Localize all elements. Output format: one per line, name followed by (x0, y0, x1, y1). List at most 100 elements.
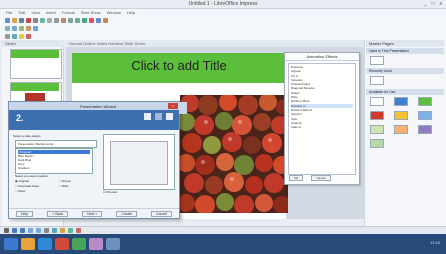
radio-paper[interactable]: ○ Paper (15, 189, 48, 194)
3d-icon[interactable] (76, 228, 81, 233)
display-views-icon[interactable] (19, 25, 24, 31)
help-button[interactable]: Help (16, 210, 34, 217)
ok-button[interactable]: OK (289, 175, 304, 181)
browser-taskbar-icon[interactable] (38, 238, 52, 250)
paste-icon[interactable] (61, 17, 66, 23)
menu-bar: File Edit View Insert Format Slide Show … (0, 9, 446, 16)
master-thumb-3[interactable] (418, 97, 432, 106)
line-icon[interactable] (12, 228, 17, 233)
writer-taskbar-icon[interactable] (106, 238, 120, 250)
cancel-button[interactable]: Cancel (151, 210, 172, 217)
standard-toolbar (0, 16, 446, 24)
menu-window[interactable]: Window (107, 10, 121, 15)
open-icon[interactable] (12, 17, 17, 23)
copy-icon[interactable] (54, 17, 59, 23)
media-taskbar-icon[interactable] (55, 238, 69, 250)
clock[interactable]: 12:10 (430, 240, 440, 245)
wizard-step-number: 2. (16, 113, 24, 123)
master-thumb-7[interactable] (370, 125, 384, 134)
line-color-icon[interactable] (12, 33, 17, 39)
master-thumb-2[interactable] (394, 97, 408, 106)
table-icon[interactable] (89, 17, 94, 23)
explorer-taskbar-icon[interactable] (21, 238, 35, 250)
menu-view[interactable]: View (31, 10, 40, 15)
print-icon[interactable] (33, 17, 38, 23)
menu-slideshow[interactable]: Slide Show (81, 10, 101, 15)
text-icon[interactable] (44, 228, 49, 233)
presentation-toolbar (0, 24, 446, 32)
menu-format[interactable]: Format (62, 10, 75, 15)
new-slide-icon[interactable] (12, 25, 17, 31)
line-style-icon[interactable] (5, 33, 10, 39)
spellcheck-icon[interactable] (40, 17, 45, 23)
used-in-presentation-header[interactable]: Used in This Presentation (366, 48, 444, 54)
preview-slide (110, 141, 168, 185)
minimize-button[interactable]: _ (424, 1, 427, 7)
preview-checkbox[interactable]: ☑ Preview (103, 190, 117, 195)
ellipse-icon[interactable] (36, 228, 41, 233)
back-button[interactable]: < Back (47, 210, 69, 217)
effect-item[interactable]: Fade In (291, 125, 353, 129)
master-thumb-6[interactable] (418, 111, 432, 120)
slideshow-icon[interactable] (103, 17, 108, 23)
menu-file[interactable]: File (6, 10, 12, 15)
output-medium-options: Select an output medium ◉ Original ○ Ove… (15, 174, 48, 194)
undo-icon[interactable] (68, 17, 73, 23)
maximize-button[interactable]: □ (431, 1, 434, 7)
spreadsheet-taskbar-icon[interactable] (72, 238, 86, 250)
pdf-icon[interactable] (26, 17, 31, 23)
effects-list[interactable]: Entrance Appear Fly In Venetian Checkerb… (288, 63, 356, 175)
design-listbox[interactable]: <Original> Blue Border Dark Blue Grey Gr… (15, 148, 93, 174)
connector-icon[interactable] (52, 228, 57, 233)
master-thumb-4[interactable] (370, 111, 384, 120)
design-icon (155, 113, 162, 120)
new-icon[interactable] (5, 17, 10, 23)
cut-icon[interactable] (47, 17, 52, 23)
master-thumb-5[interactable] (394, 111, 408, 120)
area-fill-icon[interactable] (19, 33, 24, 39)
used-master-thumbnail[interactable] (370, 56, 384, 65)
slide-design-icon[interactable] (26, 25, 31, 31)
rectangle-icon[interactable] (28, 228, 33, 233)
drawing-toolbar (0, 226, 446, 234)
tomato-photo[interactable] (180, 95, 288, 213)
close-button[interactable]: x (440, 1, 443, 7)
stars-icon[interactable] (60, 228, 65, 233)
category-dropdown[interactable]: Presentation Backgrounds (15, 140, 97, 148)
save-icon[interactable] (19, 17, 24, 23)
title-bar: Untitled 1 - LibreOffice Impress _ □ x (0, 0, 446, 9)
arrow-icon[interactable] (20, 228, 25, 233)
master-thumb-8[interactable] (394, 125, 408, 134)
menu-help[interactable]: Help (127, 10, 135, 15)
select-icon[interactable] (4, 228, 9, 233)
callout-icon[interactable] (68, 228, 73, 233)
animation-icon[interactable] (33, 25, 38, 31)
radio-slide[interactable]: ○ Slide (59, 184, 71, 189)
slide-thumbnail-1[interactable] (10, 49, 62, 79)
menu-edit[interactable]: Edit (18, 10, 25, 15)
slide-layout-icon[interactable] (5, 25, 10, 31)
title-placeholder[interactable]: Click to add Title (72, 58, 286, 73)
recently-used-header[interactable]: Recently Used (366, 68, 444, 74)
create-button[interactable]: Create (116, 210, 137, 217)
chart-icon[interactable] (82, 17, 87, 23)
recent-master-thumbnail[interactable] (370, 76, 384, 85)
image-icon[interactable] (96, 17, 101, 23)
shadow-icon[interactable] (26, 33, 31, 39)
list-item[interactable]: Gradient (18, 166, 90, 170)
master-thumb-1[interactable] (370, 97, 384, 106)
master-thumb-10[interactable] (370, 139, 384, 148)
view-tabs[interactable]: Normal Outline Notes Handout Slide Sorte… (66, 40, 376, 47)
menu-insert[interactable]: Insert (46, 10, 56, 15)
dialog-close-button[interactable]: × (168, 103, 178, 109)
master-thumb-9[interactable] (418, 125, 432, 134)
monitor-icon (166, 113, 173, 120)
impress-taskbar-icon[interactable] (89, 238, 103, 250)
animation-panel-title: Animation Effects (285, 53, 359, 61)
presentation-icon (144, 113, 151, 120)
cancel-button[interactable]: Cancel (311, 175, 331, 181)
start-button[interactable] (4, 238, 18, 250)
next-button[interactable]: Next > (82, 210, 103, 217)
redo-icon[interactable] (75, 17, 80, 23)
available-for-use-header[interactable]: Available for Use (366, 89, 444, 95)
